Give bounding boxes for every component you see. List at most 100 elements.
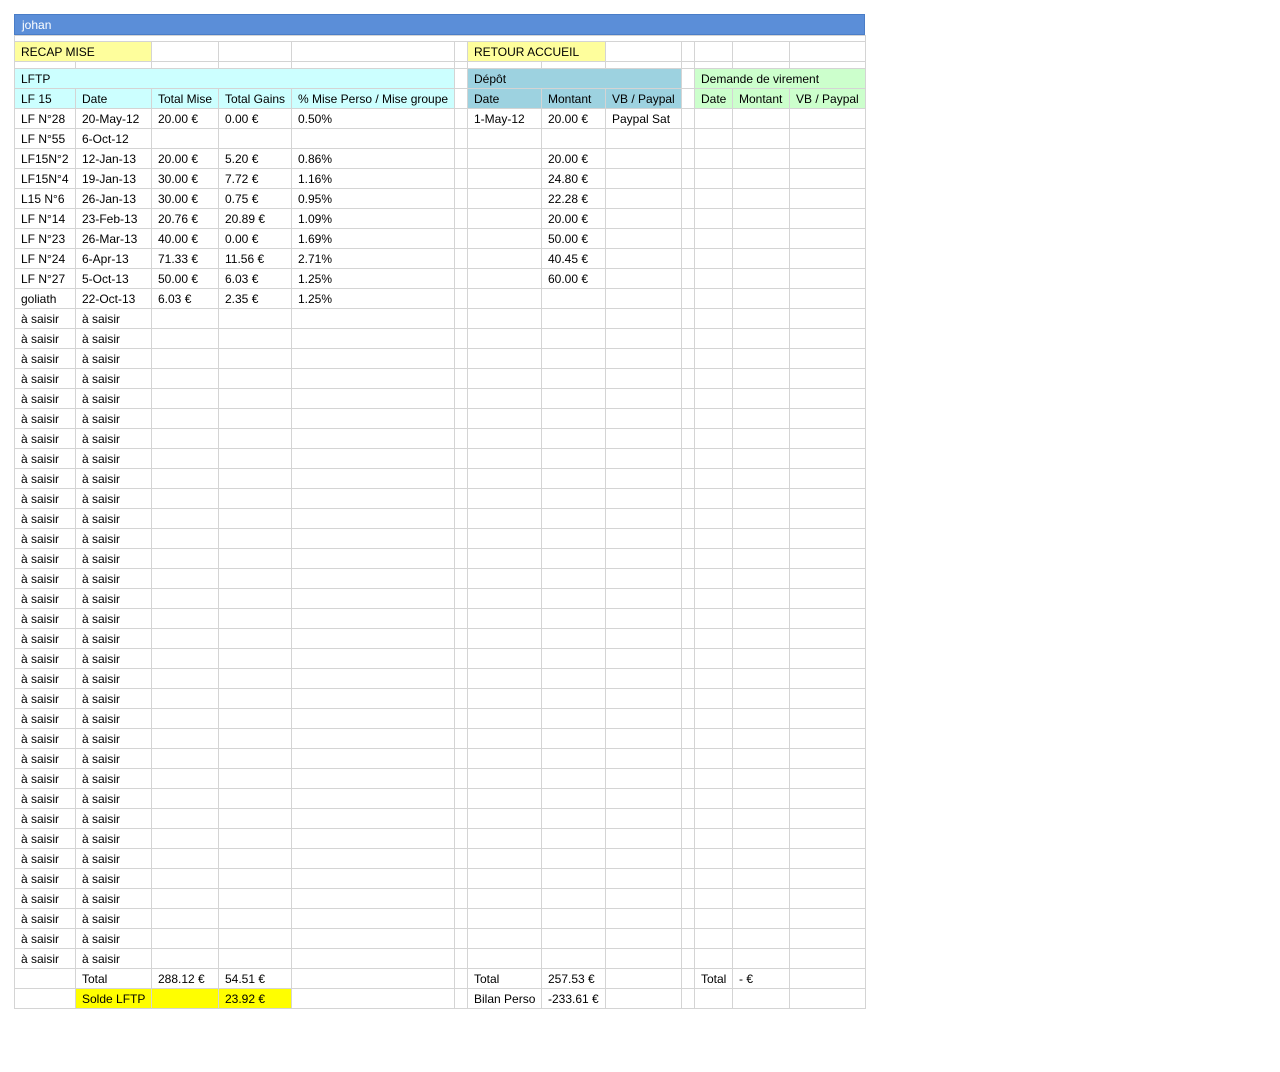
virement-date-cell[interactable] — [694, 208, 733, 229]
lftp-percent-cell[interactable] — [291, 628, 455, 649]
depot-vb-cell[interactable] — [605, 908, 682, 929]
lftp-gains-cell[interactable] — [218, 468, 292, 489]
lftp-percent-cell[interactable] — [291, 408, 455, 429]
virement-vb-cell[interactable] — [788, 888, 867, 909]
lftp-percent-cell[interactable] — [291, 448, 455, 469]
lftp-mise-cell[interactable] — [151, 568, 219, 589]
lftp-gains-cell[interactable] — [218, 888, 292, 909]
lftp-percent-cell[interactable] — [291, 868, 455, 889]
depot-date-cell[interactable] — [467, 648, 542, 669]
lftp-mise-cell[interactable] — [151, 728, 219, 749]
lftp-mise-cell[interactable] — [151, 928, 219, 949]
virement-date-cell[interactable] — [694, 888, 733, 909]
depot-date-cell[interactable] — [467, 288, 542, 309]
lftp-gains-cell[interactable] — [218, 808, 292, 829]
depot-montant-cell[interactable]: 50.00 € — [541, 228, 606, 249]
virement-date-cell[interactable] — [694, 668, 733, 689]
virement-date-cell[interactable] — [694, 868, 733, 889]
virement-date-cell[interactable] — [694, 348, 733, 369]
depot-date-cell[interactable] — [467, 488, 542, 509]
lftp-date-cell[interactable]: à saisir — [75, 628, 152, 649]
lftp-mise-cell[interactable] — [151, 348, 219, 369]
depot-vb-cell[interactable] — [605, 948, 682, 969]
lftp-gains-cell[interactable] — [218, 788, 292, 809]
lftp-date-cell[interactable]: 20-May-12 — [75, 108, 152, 129]
lftp-percent-cell[interactable] — [291, 488, 455, 509]
virement-montant-cell[interactable] — [732, 148, 790, 169]
virement-montant-cell[interactable] — [732, 228, 790, 249]
virement-vb-cell[interactable] — [788, 568, 867, 589]
lftp-lf-cell[interactable]: à saisir — [14, 508, 76, 529]
lftp-date-cell[interactable]: 5-Oct-13 — [75, 268, 152, 289]
lftp-date-cell[interactable]: à saisir — [75, 688, 152, 709]
virement-vb-cell[interactable] — [788, 308, 867, 329]
virement-vb-cell[interactable] — [788, 688, 867, 709]
virement-date-cell[interactable] — [694, 908, 733, 929]
lftp-gains-cell[interactable] — [218, 328, 292, 349]
lftp-mise-cell[interactable] — [151, 428, 219, 449]
depot-date-cell[interactable] — [467, 348, 542, 369]
virement-date-cell[interactable] — [694, 928, 733, 949]
lftp-percent-cell[interactable] — [291, 808, 455, 829]
depot-date-cell[interactable] — [467, 928, 542, 949]
virement-montant-cell[interactable] — [732, 908, 790, 929]
depot-montant-cell[interactable] — [541, 128, 606, 149]
lftp-mise-cell[interactable] — [151, 588, 219, 609]
depot-vb-cell[interactable] — [605, 248, 682, 269]
lftp-gains-cell[interactable] — [218, 668, 292, 689]
depot-montant-cell[interactable]: 22.28 € — [541, 188, 606, 209]
lftp-gains-cell[interactable] — [218, 548, 292, 569]
virement-montant-cell[interactable] — [732, 548, 790, 569]
virement-montant-cell[interactable] — [732, 808, 790, 829]
lftp-percent-cell[interactable]: 0.86% — [291, 148, 455, 169]
lftp-date-cell[interactable]: à saisir — [75, 908, 152, 929]
depot-montant-cell[interactable] — [541, 368, 606, 389]
depot-montant-cell[interactable]: 20.00 € — [541, 108, 606, 129]
depot-vb-cell[interactable] — [605, 328, 682, 349]
depot-date-cell[interactable] — [467, 728, 542, 749]
virement-montant-cell[interactable] — [732, 828, 790, 849]
virement-vb-cell[interactable] — [788, 408, 867, 429]
virement-date-cell[interactable] — [694, 748, 733, 769]
depot-vb-cell[interactable] — [605, 648, 682, 669]
lftp-lf-cell[interactable]: à saisir — [14, 828, 76, 849]
lftp-date-cell[interactable]: à saisir — [75, 708, 152, 729]
lftp-percent-cell[interactable] — [291, 568, 455, 589]
depot-vb-cell[interactable] — [605, 688, 682, 709]
virement-vb-cell[interactable] — [788, 848, 867, 869]
depot-vb-cell[interactable] — [605, 408, 682, 429]
virement-date-cell[interactable] — [694, 948, 733, 969]
virement-vb-cell[interactable] — [788, 668, 867, 689]
depot-date-cell[interactable] — [467, 468, 542, 489]
lftp-percent-cell[interactable] — [291, 648, 455, 669]
lftp-lf-cell[interactable]: LF N°28 — [14, 108, 76, 129]
lftp-gains-cell[interactable] — [218, 868, 292, 889]
depot-montant-cell[interactable] — [541, 608, 606, 629]
depot-date-cell[interactable] — [467, 148, 542, 169]
depot-montant-cell[interactable] — [541, 868, 606, 889]
lftp-gains-cell[interactable] — [218, 448, 292, 469]
depot-date-cell[interactable] — [467, 428, 542, 449]
depot-date-cell[interactable] — [467, 828, 542, 849]
virement-montant-cell[interactable] — [732, 208, 790, 229]
virement-date-cell[interactable] — [694, 268, 733, 289]
virement-vb-cell[interactable] — [788, 548, 867, 569]
lftp-date-cell[interactable]: 12-Jan-13 — [75, 148, 152, 169]
depot-vb-cell[interactable] — [605, 128, 682, 149]
lftp-percent-cell[interactable] — [291, 368, 455, 389]
lftp-lf-cell[interactable]: à saisir — [14, 688, 76, 709]
virement-montant-cell[interactable] — [732, 388, 790, 409]
depot-montant-cell[interactable]: 20.00 € — [541, 148, 606, 169]
virement-montant-cell[interactable] — [732, 428, 790, 449]
virement-date-cell[interactable] — [694, 608, 733, 629]
lftp-date-cell[interactable]: à saisir — [75, 768, 152, 789]
lftp-mise-cell[interactable]: 71.33 € — [151, 248, 219, 269]
lftp-date-cell[interactable]: à saisir — [75, 828, 152, 849]
lftp-percent-cell[interactable]: 1.25% — [291, 288, 455, 309]
depot-date-cell[interactable] — [467, 328, 542, 349]
lftp-gains-cell[interactable] — [218, 948, 292, 969]
depot-date-cell[interactable] — [467, 668, 542, 689]
depot-vb-cell[interactable] — [605, 808, 682, 829]
depot-montant-cell[interactable] — [541, 308, 606, 329]
lftp-percent-cell[interactable] — [291, 508, 455, 529]
